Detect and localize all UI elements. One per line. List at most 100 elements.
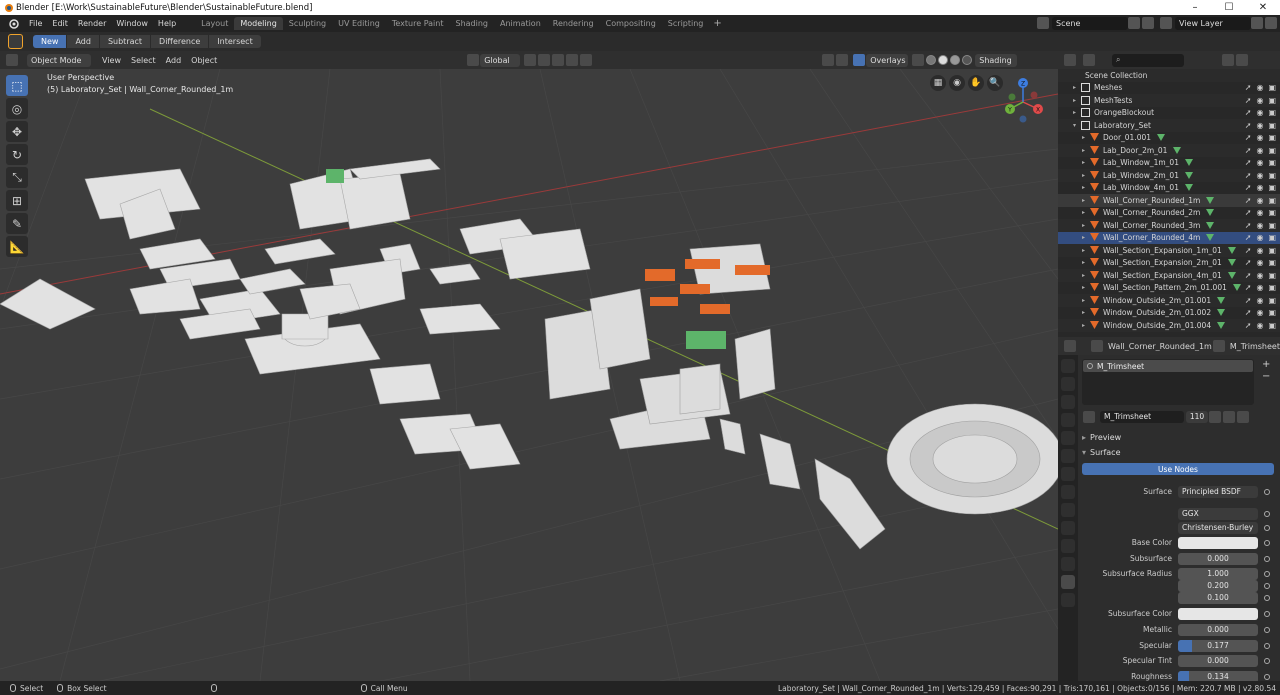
property-field[interactable]: 0.200	[1178, 579, 1258, 592]
tab-layout[interactable]: Layout	[195, 17, 234, 30]
menu-help[interactable]: Help	[153, 19, 181, 28]
move-tool-icon[interactable]: ✥	[6, 121, 28, 142]
blender-menu-icon[interactable]	[6, 18, 20, 30]
new-collection-icon[interactable]	[1236, 54, 1248, 66]
eye-icon[interactable]: ◉	[1256, 208, 1263, 217]
wireframe-shading-icon[interactable]	[926, 55, 937, 65]
display-mode-icon[interactable]	[1083, 54, 1095, 66]
material-tab-icon[interactable]	[1061, 575, 1075, 589]
modifier-tab-icon[interactable]	[1061, 485, 1075, 499]
property-field[interactable]: Principled BSDF	[1178, 485, 1258, 498]
rotate-tool-icon[interactable]: ↻	[6, 144, 28, 165]
outliner-item[interactable]: ▸ Lab_Window_2m_01 ➚ ◉ ▣	[1058, 169, 1280, 182]
data-tab-icon[interactable]	[1061, 557, 1075, 571]
selectable-icon[interactable]: ➚	[1245, 271, 1252, 280]
view-layer-tab-icon[interactable]	[1061, 413, 1075, 427]
mode-new-button[interactable]: New	[33, 35, 67, 48]
outliner-item[interactable]: Scene Collection	[1058, 69, 1280, 82]
render-camera-icon[interactable]: ▣	[1268, 283, 1276, 292]
eye-icon[interactable]: ◉	[1256, 196, 1263, 205]
delete-view-layer-icon[interactable]	[1265, 17, 1277, 29]
render-camera-icon[interactable]: ▣	[1268, 308, 1276, 317]
expand-arrow-icon[interactable]: ▸	[1082, 184, 1090, 191]
selectable-icon[interactable]: ➚	[1245, 196, 1252, 205]
render-camera-icon[interactable]: ▣	[1268, 171, 1276, 180]
selectable-icon[interactable]: ➚	[1245, 108, 1252, 117]
material-shading-icon[interactable]	[950, 55, 961, 65]
output-tab-icon[interactable]	[1061, 395, 1075, 409]
camera-view-icon[interactable]: ◉	[949, 75, 965, 91]
expand-arrow-icon[interactable]: ▸	[1082, 222, 1090, 229]
tab-texture-paint[interactable]: Texture Paint	[386, 17, 450, 30]
selectable-icon[interactable]: ➚	[1245, 208, 1252, 217]
gizmo-toggle-icon[interactable]	[836, 54, 849, 66]
eye-icon[interactable]: ◉	[1256, 283, 1263, 292]
eye-icon[interactable]: ◉	[1256, 133, 1263, 142]
selectable-icon[interactable]: ➚	[1245, 146, 1252, 155]
view-layer-field[interactable]: View Layer	[1175, 17, 1251, 30]
render-camera-icon[interactable]: ▣	[1268, 121, 1276, 130]
use-nodes-button[interactable]: Use Nodes	[1082, 463, 1274, 475]
physics-tab-icon[interactable]	[1061, 521, 1075, 535]
material-browse-icon[interactable]	[1083, 410, 1095, 423]
tab-shading[interactable]: Shading	[449, 17, 494, 30]
render-camera-icon[interactable]: ▣	[1268, 221, 1276, 230]
material-name-field[interactable]: M_Trimsheet	[1100, 410, 1184, 423]
tool-tab-icon[interactable]	[1061, 359, 1075, 373]
render-camera-icon[interactable]: ▣	[1268, 196, 1276, 205]
expand-arrow-icon[interactable]: ▸	[1082, 147, 1090, 154]
expand-arrow-icon[interactable]: ▸	[1082, 172, 1090, 179]
close-button[interactable]: ✕	[1246, 2, 1280, 13]
outliner-item[interactable]: ▸ Lab_Window_4m_01 ➚ ◉ ▣	[1058, 182, 1280, 195]
socket-icon[interactable]	[1264, 626, 1270, 633]
selectable-icon[interactable]: ➚	[1245, 121, 1252, 130]
selectable-icon[interactable]: ➚	[1245, 183, 1252, 192]
mode-add-button[interactable]: Add	[67, 35, 99, 48]
outliner-item[interactable]: ▸ Wall_Section_Expansion_4m_01 ➚ ◉ ▣	[1058, 269, 1280, 282]
new-view-layer-icon[interactable]	[1251, 17, 1263, 29]
eye-icon[interactable]: ◉	[1256, 321, 1263, 330]
selectable-icon[interactable]: ➚	[1245, 158, 1252, 167]
object-tab-icon[interactable]	[1061, 467, 1075, 481]
outliner-item[interactable]: ▸ Wall_Corner_Rounded_4m ➚ ◉ ▣	[1058, 231, 1280, 244]
eye-icon[interactable]: ◉	[1256, 171, 1263, 180]
expand-arrow-icon[interactable]: ▸	[1082, 234, 1090, 241]
property-field[interactable]	[1178, 536, 1258, 549]
object-mode-dropdown[interactable]: Object Mode	[27, 53, 91, 67]
property-field[interactable]	[1178, 607, 1258, 620]
render-camera-icon[interactable]: ▣	[1268, 133, 1276, 142]
eye-icon[interactable]: ◉	[1256, 108, 1263, 117]
add-slot-button[interactable]: +	[1262, 359, 1270, 370]
menu-edit[interactable]: Edit	[47, 19, 73, 28]
eye-icon[interactable]: ◉	[1256, 246, 1263, 255]
expand-arrow-icon[interactable]: ▸	[1082, 309, 1090, 316]
selectable-icon[interactable]: ➚	[1245, 308, 1252, 317]
expand-arrow-icon[interactable]: ▸	[1082, 259, 1090, 266]
socket-icon[interactable]	[1264, 570, 1270, 577]
render-camera-icon[interactable]: ▣	[1268, 146, 1276, 155]
render-camera-icon[interactable]: ▣	[1268, 158, 1276, 167]
delete-scene-icon[interactable]	[1142, 17, 1154, 29]
selectable-icon[interactable]: ➚	[1245, 283, 1252, 292]
property-field[interactable]: 0.134	[1178, 670, 1258, 681]
expand-arrow-icon[interactable]: ▸	[1073, 97, 1081, 104]
eye-icon[interactable]: ◉	[1256, 146, 1263, 155]
outliner-item[interactable]: ▾ Laboratory_Set ➚ ◉ ▣	[1058, 119, 1280, 132]
outliner-item[interactable]: ▸ Window_Outside_2m_01.002 ➚ ◉ ▣	[1058, 307, 1280, 320]
render-camera-icon[interactable]: ▣	[1268, 296, 1276, 305]
expand-arrow-icon[interactable]: ▸	[1082, 197, 1090, 204]
eye-icon[interactable]: ◉	[1256, 121, 1263, 130]
3d-viewport[interactable]: User Perspective (5) Laboratory_Set | Wa…	[0, 69, 1058, 681]
overlays-toggle-icon[interactable]	[853, 54, 866, 66]
socket-icon[interactable]	[1264, 510, 1270, 517]
tab-sculpting[interactable]: Sculpting	[283, 17, 332, 30]
mode-subtract-button[interactable]: Subtract	[99, 35, 151, 48]
selectable-icon[interactable]: ➚	[1245, 258, 1252, 267]
outliner-item[interactable]: ▸ Window_Outside_2m_01.004 ➚ ◉ ▣	[1058, 319, 1280, 332]
surface-panel-header[interactable]: ▾ Surface	[1078, 445, 1280, 459]
outliner-item[interactable]: ▸ Wall_Section_Expansion_2m_01 ➚ ◉ ▣	[1058, 257, 1280, 270]
outliner-item[interactable]: ▸ Door_01.001 ➚ ◉ ▣	[1058, 132, 1280, 145]
tab-animation[interactable]: Animation	[494, 17, 547, 30]
world-tab-icon[interactable]	[1061, 449, 1075, 463]
menu-file[interactable]: File	[24, 19, 47, 28]
